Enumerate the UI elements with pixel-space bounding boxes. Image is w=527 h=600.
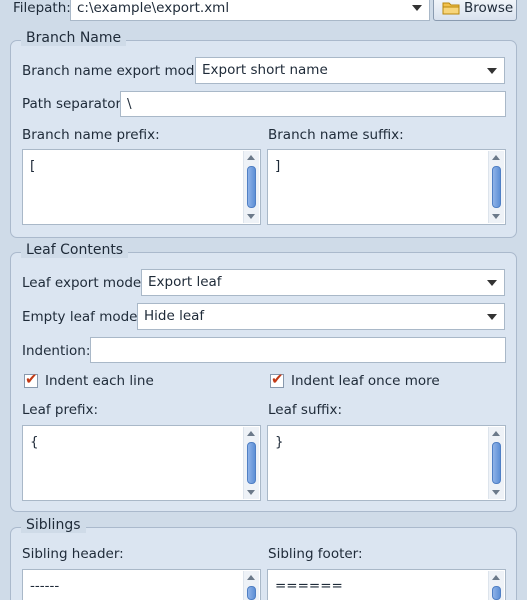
scrollbar[interactable] — [488, 571, 504, 600]
scroll-thumb[interactable] — [247, 586, 256, 600]
leaf-prefix-label: Leaf prefix: — [22, 402, 99, 418]
indent-each-line-checkbox[interactable]: ✔ — [24, 370, 38, 388]
empty-leaf-value: Hide leaf — [144, 308, 205, 324]
scroll-thumb[interactable] — [492, 586, 501, 600]
scrollbar[interactable] — [243, 151, 259, 223]
scroll-thumb[interactable] — [492, 166, 501, 208]
scroll-thumb[interactable] — [247, 166, 256, 208]
scroll-down-icon — [492, 490, 500, 495]
scroll-up-icon — [492, 575, 500, 580]
sibling-footer-text: ====== — [275, 578, 343, 594]
browse-label: Browse — [464, 0, 514, 16]
chevron-down-icon — [487, 314, 497, 320]
scrollbar[interactable] — [243, 571, 259, 600]
scroll-down-icon — [247, 214, 255, 219]
branch-mode-label: Branch name export mode: — [22, 63, 208, 79]
scroll-down-icon — [492, 214, 500, 219]
indent-once-more-checkbox[interactable]: ✔ — [270, 370, 284, 388]
leaf-contents-title: Leaf Contents — [21, 242, 129, 258]
sibling-header-textarea[interactable]: ------ — [22, 569, 261, 600]
chevron-down-icon — [487, 280, 497, 286]
sibling-footer-label: Sibling footer: — [268, 546, 363, 562]
indent-once-more-label[interactable]: Indent leaf once more — [291, 373, 440, 389]
sibling-footer-textarea[interactable]: ====== — [267, 569, 506, 600]
scrollbar[interactable] — [488, 151, 504, 223]
branch-suffix-text: ] — [275, 158, 281, 174]
filepath-label: Filepath: — [13, 0, 71, 16]
scroll-up-icon — [492, 431, 500, 436]
leaf-suffix-text: } — [275, 434, 284, 450]
scroll-thumb[interactable] — [247, 442, 256, 484]
branch-prefix-label: Branch name prefix: — [22, 127, 160, 143]
branch-mode-select[interactable]: Export short name — [195, 57, 505, 84]
siblings-title: Siblings — [21, 517, 86, 533]
branch-mode-value: Export short name — [202, 62, 328, 78]
browse-button[interactable]: Browse — [433, 0, 517, 21]
filepath-value: c:\example\export.xml — [77, 0, 230, 16]
branch-prefix-textarea[interactable]: [ — [22, 149, 261, 225]
folder-icon — [442, 2, 460, 15]
empty-leaf-select[interactable]: Hide leaf — [137, 303, 505, 330]
scroll-up-icon — [247, 431, 255, 436]
scroll-up-icon — [247, 575, 255, 580]
scroll-down-icon — [247, 490, 255, 495]
leaf-suffix-label: Leaf suffix: — [268, 402, 343, 418]
leaf-prefix-textarea[interactable]: { — [22, 425, 261, 501]
sibling-header-text: ------ — [30, 578, 60, 594]
branch-suffix-label: Branch name suffix: — [268, 127, 404, 143]
branch-suffix-textarea[interactable]: ] — [267, 149, 506, 225]
chevron-down-icon — [412, 5, 422, 11]
branch-prefix-text: [ — [30, 158, 36, 174]
path-separator-input[interactable]: \ — [120, 91, 506, 117]
empty-leaf-label: Empty leaf mode: — [22, 309, 143, 325]
indent-each-line-label[interactable]: Indent each line — [45, 373, 154, 389]
check-icon: ✔ — [25, 370, 38, 388]
leaf-mode-label: Leaf export mode: — [22, 275, 146, 291]
scroll-up-icon — [492, 155, 500, 160]
scrollbar[interactable] — [243, 427, 259, 499]
scrollbar[interactable] — [488, 427, 504, 499]
filepath-combo[interactable]: c:\example\export.xml — [70, 0, 430, 21]
sibling-header-label: Sibling header: — [22, 546, 124, 562]
scroll-thumb[interactable] — [492, 442, 501, 484]
leaf-suffix-textarea[interactable]: } — [267, 425, 506, 501]
leaf-mode-select[interactable]: Export leaf — [141, 269, 505, 296]
chevron-down-icon — [487, 68, 497, 74]
path-separator-label: Path separator: — [22, 96, 126, 112]
branch-name-title: Branch Name — [21, 30, 127, 46]
indention-input[interactable] — [90, 337, 506, 363]
indention-label: Indention: — [22, 343, 91, 359]
scroll-up-icon — [247, 155, 255, 160]
check-icon: ✔ — [271, 370, 284, 388]
leaf-mode-value: Export leaf — [148, 274, 222, 290]
leaf-prefix-text: { — [30, 434, 39, 450]
